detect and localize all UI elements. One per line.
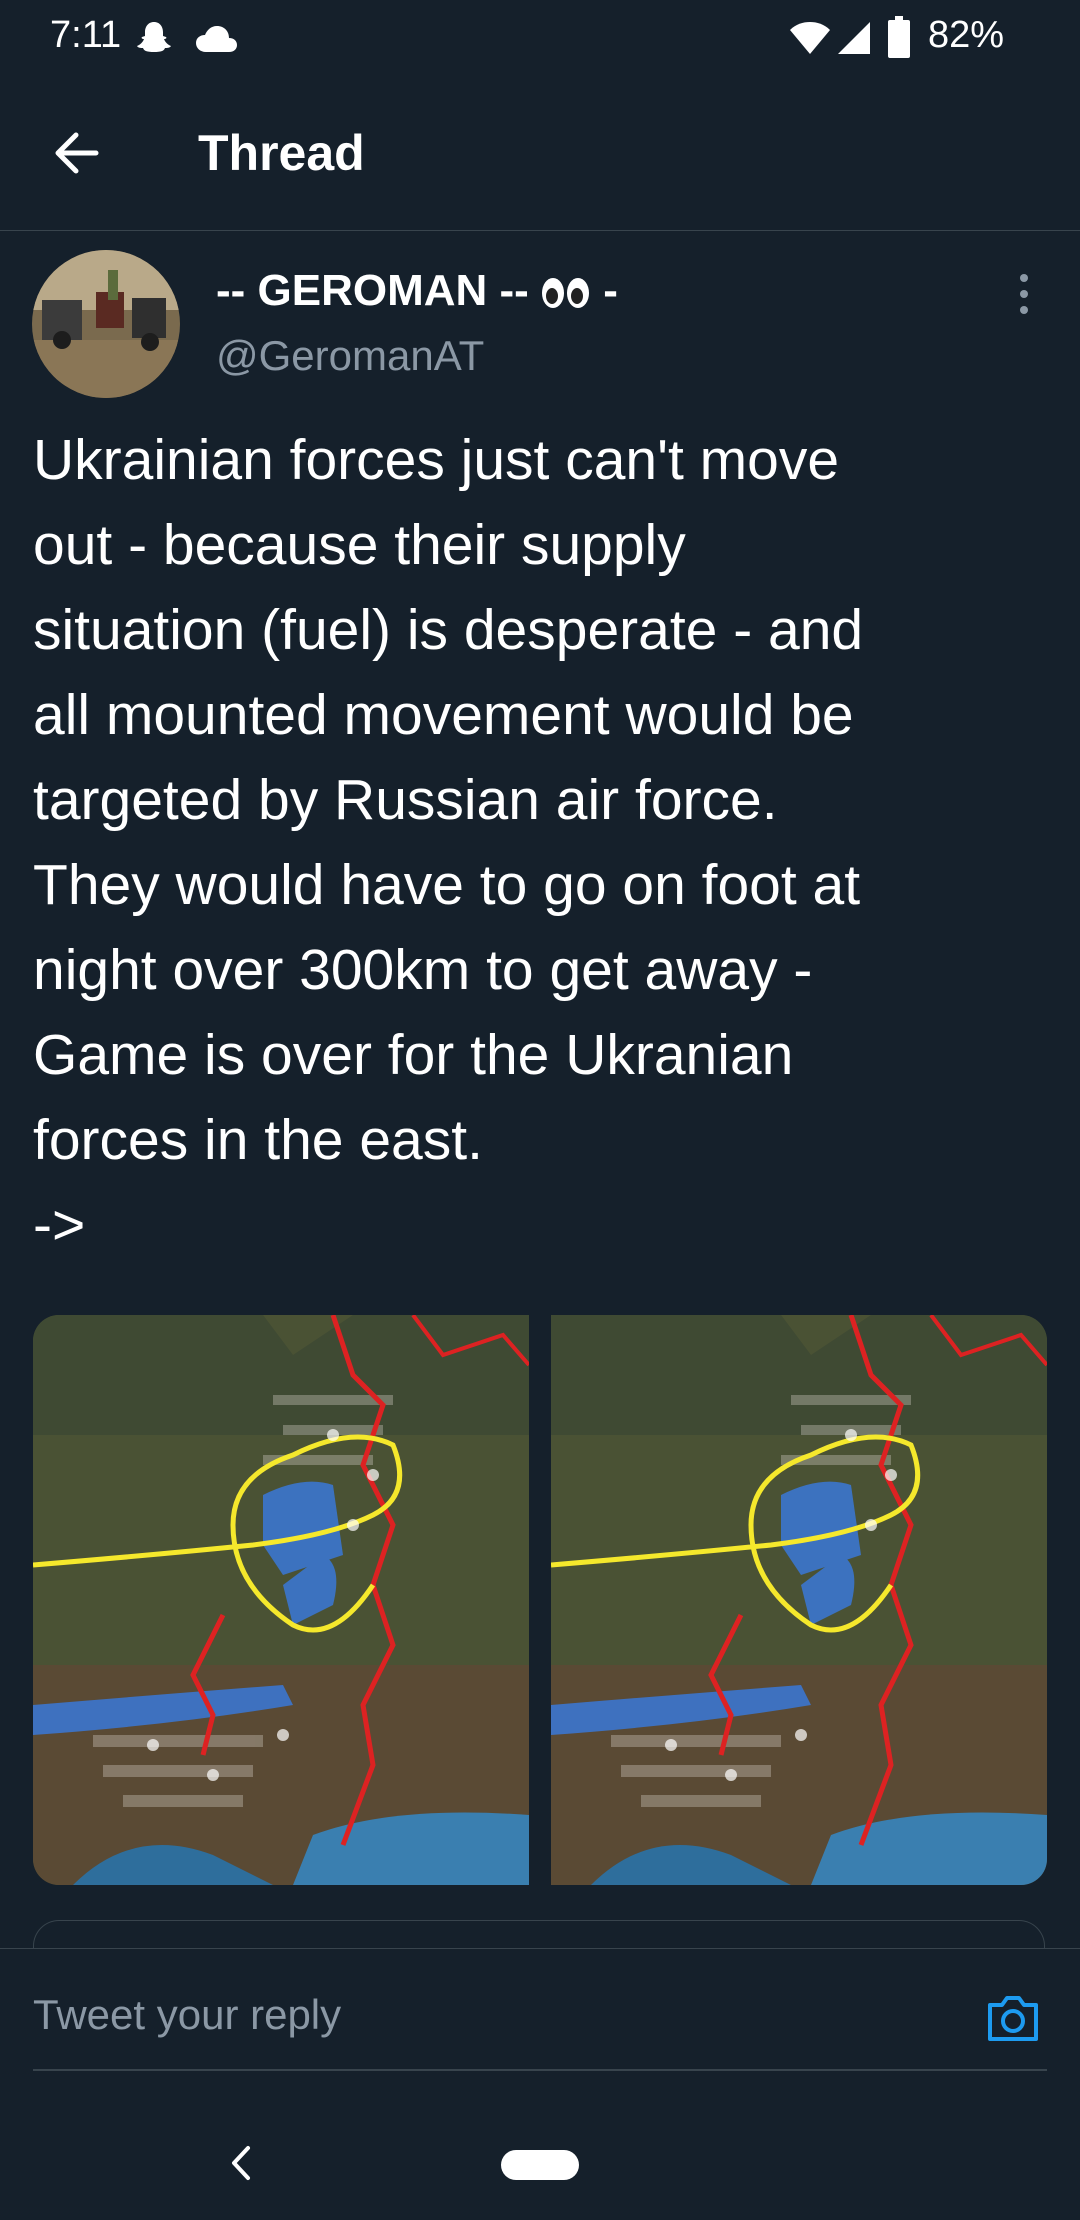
camera-icon[interactable]	[984, 1989, 1042, 2047]
tweet-image-map[interactable]	[551, 1315, 1047, 1885]
more-vertical-icon[interactable]	[1004, 270, 1044, 320]
status-bar: 7:11 82%	[0, 0, 1080, 76]
tweet-image-map[interactable]	[33, 1315, 529, 1885]
display-name[interactable]: -- GEROMAN -- -	[216, 266, 618, 316]
arrow-left-icon[interactable]	[44, 120, 110, 186]
snapchat-icon	[137, 22, 171, 52]
reply-bar: Tweet your reply	[0, 1948, 1080, 2109]
reply-input[interactable]: Tweet your reply	[33, 1991, 341, 2039]
status-time: 7:11	[50, 14, 122, 56]
wifi-icon	[790, 22, 830, 54]
reply-underline	[33, 2069, 1047, 2071]
eyes-emoji-icon	[542, 278, 590, 309]
page-title: Thread	[198, 125, 365, 181]
battery-icon	[888, 16, 910, 58]
avatar[interactable]	[32, 250, 180, 398]
display-name-text: -- GEROMAN --	[216, 266, 542, 315]
thread-header: Thread	[0, 76, 1080, 231]
cloud-icon	[196, 26, 237, 52]
nav-home-pill[interactable]	[501, 2150, 579, 2180]
signal-icon	[838, 22, 870, 54]
tweet-text: Ukrainian forces just can't move out - b…	[33, 428, 864, 1257]
nav-back-icon[interactable]	[222, 2138, 258, 2188]
system-nav-bar	[0, 2110, 1080, 2220]
display-name-suffix: -	[591, 266, 618, 315]
battery-percentage: 82%	[927, 14, 1004, 56]
user-handle[interactable]: @GeromanAT	[216, 332, 484, 380]
